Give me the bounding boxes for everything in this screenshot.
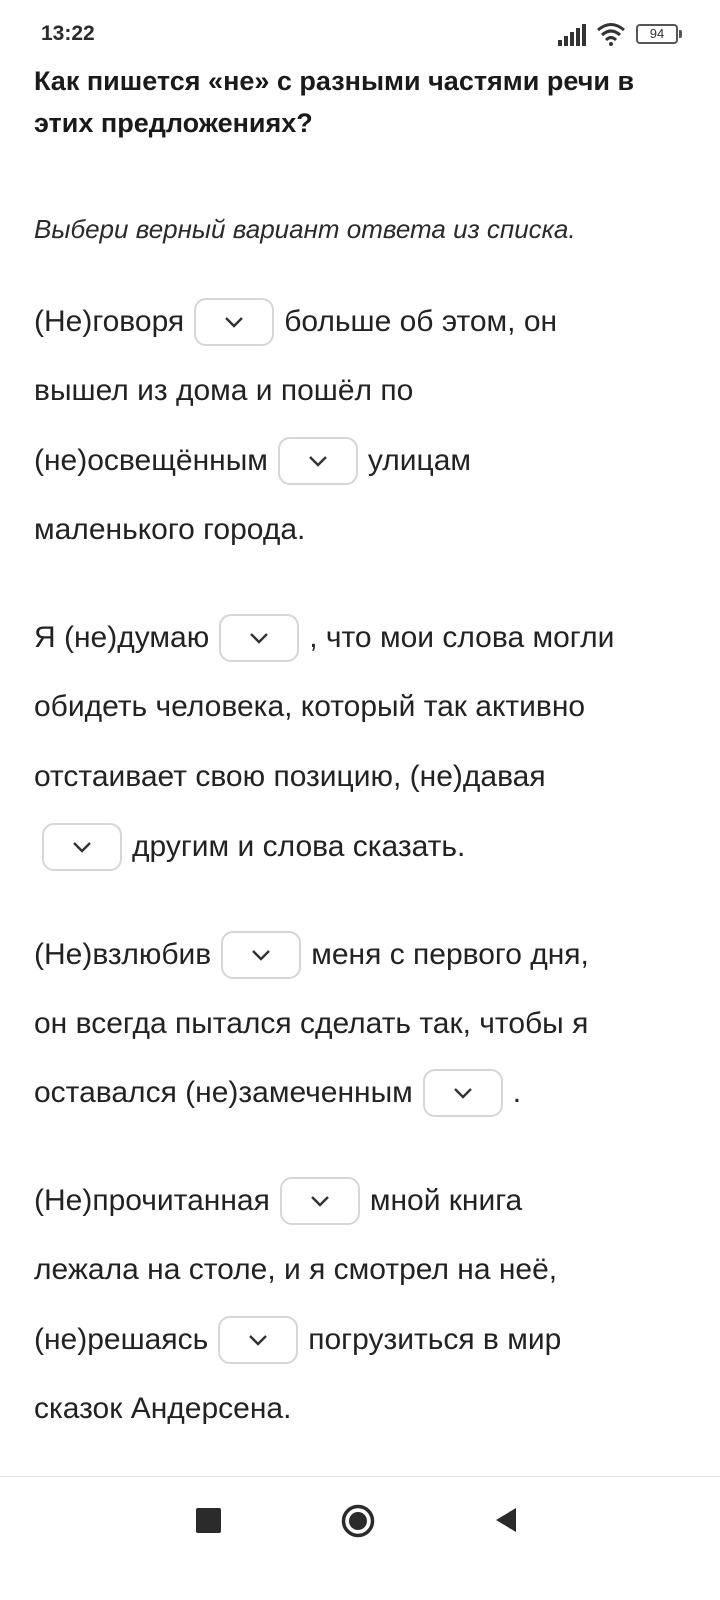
- sentence-text: (Не)говоря: [34, 305, 185, 338]
- sentence-text: сказок Андерсена.: [34, 1392, 292, 1425]
- sentence-text: (Не)прочитанная: [34, 1184, 270, 1217]
- status-time: 13:22: [41, 22, 95, 45]
- sentence-text: погрузиться в мир: [308, 1323, 562, 1356]
- sentence-text: Я (не)думаю: [34, 621, 210, 654]
- sentence-line: (не)решаясь погрузиться в мир: [34, 1315, 561, 1365]
- sentence-text: (не)освещённым: [34, 444, 268, 477]
- sentence-line: сказок Андерсена.: [34, 1384, 291, 1434]
- chevron-down-icon: [309, 456, 327, 467]
- sentence-text: улицам: [367, 444, 472, 477]
- battery-level: 94: [649, 26, 665, 41]
- sentence-line: он всегда пытался сделать так, чтобы я: [34, 999, 588, 1049]
- sentence-text: лежала на столе, и я смотрел на неё,: [34, 1253, 558, 1286]
- answer-dropdown-7[interactable]: [279, 1177, 360, 1225]
- sentence-line: обидеть человека, который так активно: [34, 682, 585, 732]
- sentence-line: другим и слова сказать.: [34, 822, 465, 872]
- chevron-down-icon: [250, 633, 269, 644]
- sentence-text: оставался (не)замеченным: [34, 1076, 413, 1109]
- navigation-bar: [0, 1476, 720, 1600]
- sentence-line: маленького города.: [34, 505, 305, 555]
- sentence-text: маленького города.: [34, 513, 306, 546]
- battery-icon: 94: [636, 24, 684, 46]
- instruction-text: Выбери верный вариант ответа из списка.: [34, 214, 576, 244]
- answer-dropdown-3[interactable]: [219, 614, 300, 662]
- answer-dropdown-4[interactable]: [42, 823, 122, 871]
- sentence-text: он всегда пытался сделать так, чтобы я: [34, 1007, 589, 1040]
- sentence-text: мной книга: [369, 1184, 523, 1217]
- answer-dropdown-6[interactable]: [422, 1069, 503, 1117]
- sentence-text: меня с первого дня,: [311, 938, 589, 971]
- signal-icon: [558, 24, 586, 46]
- status-bar: 13:22 94: [0, 0, 720, 64]
- square-icon[interactable]: [196, 1508, 221, 1533]
- sentence-text: обидеть человека, который так активно: [34, 690, 586, 723]
- wifi-icon: [597, 23, 625, 46]
- answer-dropdown-1[interactable]: [194, 298, 275, 346]
- sentence-line: Я (не)думаю , что мои слова могли: [34, 613, 614, 663]
- circle-icon[interactable]: [341, 1504, 375, 1538]
- sentence-text: (Не)взлюбив: [34, 938, 212, 971]
- chevron-down-icon: [252, 950, 271, 961]
- sentence-line: вышел из дома и пошёл по: [34, 366, 413, 416]
- sentence-text: другим и слова сказать.: [132, 830, 466, 863]
- sentence-line: лежала на столе, и я смотрел на неё,: [34, 1245, 557, 1295]
- triangle-back-icon[interactable]: [494, 1506, 518, 1534]
- sentence-line: оставался (не)замеченным .: [34, 1068, 521, 1118]
- sentence-text: вышел из дома и пошёл по: [34, 374, 414, 407]
- sentence-text: больше об этом, он: [284, 305, 558, 338]
- sentence-text: .: [512, 1076, 522, 1109]
- answer-dropdown-5[interactable]: [221, 931, 302, 979]
- sentence-text: отстаивает свою позицию, (не)давая: [34, 760, 546, 793]
- sentence-line: (Не)взлюбив меня с первого дня,: [34, 930, 589, 980]
- chevron-down-icon: [225, 317, 244, 328]
- sentence-line: (Не)прочитанная мной книга: [34, 1176, 522, 1226]
- answer-dropdown-8[interactable]: [218, 1316, 299, 1364]
- chevron-down-icon: [310, 1196, 329, 1207]
- question-title: Как пишется «не» с разными частями речи …: [34, 66, 635, 138]
- sentence-text: (не)решаясь: [34, 1323, 209, 1356]
- sentence-line: (Не)говоря больше об этом, он: [34, 297, 557, 347]
- sentence-text: , что мои слова могли: [309, 621, 615, 654]
- chevron-down-icon: [73, 842, 91, 853]
- sentence-line: отстаивает свою позицию, (не)давая: [34, 752, 546, 802]
- answer-dropdown-2[interactable]: [277, 437, 358, 485]
- chevron-down-icon: [249, 1335, 268, 1346]
- chevron-down-icon: [453, 1088, 472, 1099]
- sentence-line: (не)освещённым улицам: [34, 436, 471, 486]
